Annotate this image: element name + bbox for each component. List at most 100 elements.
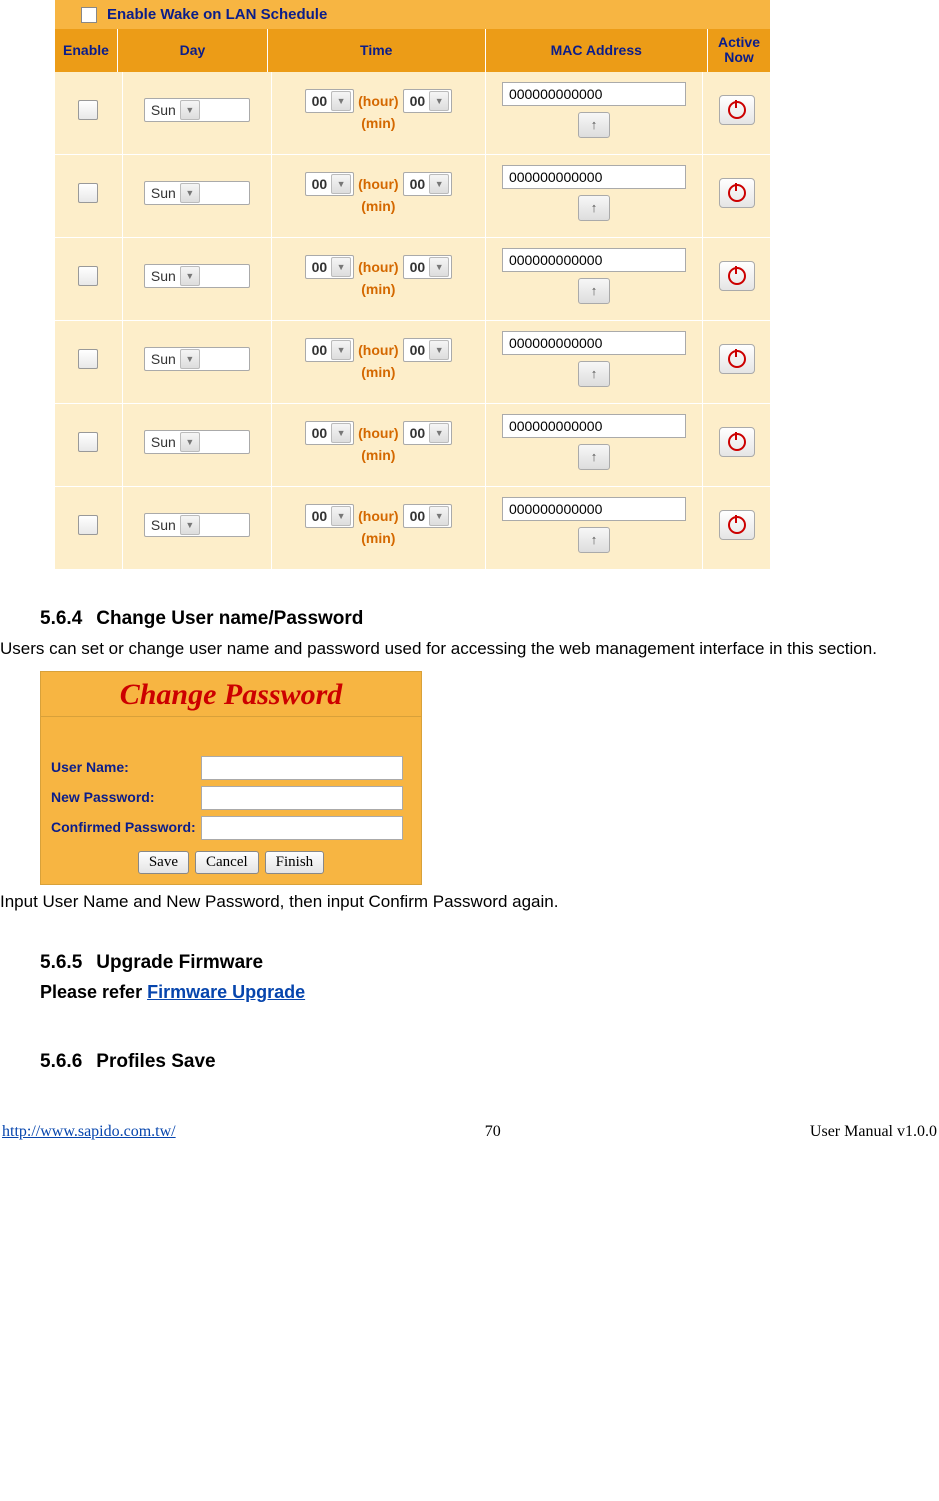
hour-select[interactable]: 00 ▼ bbox=[305, 89, 355, 113]
heading-565-num: 5.6.5 bbox=[40, 952, 82, 974]
arrow-up-icon: ↑ bbox=[591, 117, 598, 132]
text-564-body: Users can set or change user name and pa… bbox=[0, 638, 939, 661]
day-select[interactable]: Sun ▼ bbox=[144, 264, 250, 288]
active-now-button[interactable] bbox=[719, 510, 755, 540]
active-now-button[interactable] bbox=[719, 261, 755, 291]
hour-select-value: 00 bbox=[312, 342, 328, 358]
min-label: (min) bbox=[361, 530, 395, 546]
col-header-time: Time bbox=[268, 29, 486, 72]
chevron-down-icon: ▼ bbox=[180, 183, 200, 203]
mac-upload-button[interactable]: ↑ bbox=[578, 195, 610, 221]
footer-url[interactable]: http://www.sapido.com.tw/ bbox=[2, 1123, 176, 1141]
footer-right: User Manual v1.0.0 bbox=[810, 1123, 937, 1141]
min-select-value: 00 bbox=[410, 176, 426, 192]
enable-wol-schedule-checkbox[interactable] bbox=[81, 7, 97, 23]
wol-row: Sun ▼ 00 ▼ (hour) 00 ▼ (min) bbox=[55, 321, 770, 404]
col-header-enable: Enable bbox=[55, 29, 118, 72]
username-input[interactable] bbox=[201, 756, 403, 780]
chevron-down-icon: ▼ bbox=[180, 266, 200, 286]
mac-upload-button[interactable]: ↑ bbox=[578, 444, 610, 470]
min-select-value: 00 bbox=[410, 259, 426, 275]
hour-select[interactable]: 00 ▼ bbox=[305, 504, 355, 528]
hour-label: (hour) bbox=[358, 425, 398, 441]
chevron-down-icon: ▼ bbox=[429, 257, 449, 277]
min-select[interactable]: 00 ▼ bbox=[403, 421, 453, 445]
min-label: (min) bbox=[361, 447, 395, 463]
active-now-button[interactable] bbox=[719, 178, 755, 208]
heading-566-num: 5.6.6 bbox=[40, 1051, 82, 1073]
change-password-panel: Change Password User Name: New Password:… bbox=[40, 671, 422, 885]
min-select[interactable]: 00 ▼ bbox=[403, 89, 453, 113]
firmware-upgrade-link[interactable]: Firmware Upgrade bbox=[147, 982, 305, 1002]
row-enable-checkbox[interactable] bbox=[78, 515, 98, 535]
day-select-value: Sun bbox=[151, 517, 176, 533]
heading-566-title: Profiles Save bbox=[96, 1051, 215, 1073]
heading-565-title: Upgrade Firmware bbox=[96, 952, 263, 974]
newpw-row: New Password: bbox=[51, 783, 411, 813]
username-row: User Name: bbox=[51, 753, 411, 783]
mac-address-input[interactable] bbox=[502, 248, 686, 272]
cancel-button[interactable]: Cancel bbox=[195, 851, 259, 874]
mac-upload-button[interactable]: ↑ bbox=[578, 278, 610, 304]
heading-564-title: Change User name/Password bbox=[96, 608, 363, 630]
confpw-input[interactable] bbox=[201, 816, 403, 840]
day-select[interactable]: Sun ▼ bbox=[144, 98, 250, 122]
mac-upload-button[interactable]: ↑ bbox=[578, 361, 610, 387]
footer-page-num: 70 bbox=[485, 1123, 501, 1141]
hour-label: (hour) bbox=[358, 342, 398, 358]
min-select-value: 00 bbox=[410, 342, 426, 358]
active-now-button[interactable] bbox=[719, 95, 755, 125]
hour-select[interactable]: 00 ▼ bbox=[305, 172, 355, 196]
row-enable-checkbox[interactable] bbox=[78, 100, 98, 120]
min-select-value: 00 bbox=[410, 425, 426, 441]
mac-address-input[interactable] bbox=[502, 165, 686, 189]
mac-upload-button[interactable]: ↑ bbox=[578, 527, 610, 553]
mac-address-input[interactable] bbox=[502, 414, 686, 438]
arrow-up-icon: ↑ bbox=[591, 200, 598, 215]
day-select[interactable]: Sun ▼ bbox=[144, 513, 250, 537]
min-select[interactable]: 00 ▼ bbox=[403, 504, 453, 528]
arrow-up-icon: ↑ bbox=[591, 283, 598, 298]
newpw-input[interactable] bbox=[201, 786, 403, 810]
day-select[interactable]: Sun ▼ bbox=[144, 347, 250, 371]
min-select[interactable]: 00 ▼ bbox=[403, 172, 453, 196]
hour-select-value: 00 bbox=[312, 425, 328, 441]
active-now-button[interactable] bbox=[719, 427, 755, 457]
row-enable-checkbox[interactable] bbox=[78, 432, 98, 452]
row-enable-checkbox[interactable] bbox=[78, 183, 98, 203]
text-564-after: Input User Name and New Password, then i… bbox=[0, 891, 939, 914]
mac-address-input[interactable] bbox=[502, 331, 686, 355]
day-select[interactable]: Sun ▼ bbox=[144, 430, 250, 454]
min-label: (min) bbox=[361, 281, 395, 297]
hour-select[interactable]: 00 ▼ bbox=[305, 338, 355, 362]
min-select[interactable]: 00 ▼ bbox=[403, 255, 453, 279]
confpw-label: Confirmed Password: bbox=[51, 820, 201, 835]
arrow-up-icon: ↑ bbox=[591, 366, 598, 381]
day-select[interactable]: Sun ▼ bbox=[144, 181, 250, 205]
change-password-title: Change Password bbox=[41, 672, 421, 717]
chevron-down-icon: ▼ bbox=[429, 174, 449, 194]
save-button[interactable]: Save bbox=[138, 851, 189, 874]
mac-address-input[interactable] bbox=[502, 497, 686, 521]
min-select-value: 00 bbox=[410, 508, 426, 524]
col-header-mac: MAC Address bbox=[486, 29, 708, 72]
hour-label: (hour) bbox=[358, 93, 398, 109]
col-header-active: Active Now bbox=[708, 29, 770, 72]
hour-select-value: 00 bbox=[312, 93, 328, 109]
finish-button[interactable]: Finish bbox=[265, 851, 325, 874]
refer-line: Please refer Firmware Upgrade bbox=[40, 982, 939, 1003]
mac-upload-button[interactable]: ↑ bbox=[578, 112, 610, 138]
active-now-button[interactable] bbox=[719, 344, 755, 374]
row-enable-checkbox[interactable] bbox=[78, 266, 98, 286]
hour-label: (hour) bbox=[358, 508, 398, 524]
chevron-down-icon: ▼ bbox=[429, 91, 449, 111]
wol-row: Sun ▼ 00 ▼ (hour) 00 ▼ (min) bbox=[55, 404, 770, 487]
row-enable-checkbox[interactable] bbox=[78, 349, 98, 369]
day-select-value: Sun bbox=[151, 102, 176, 118]
hour-select[interactable]: 00 ▼ bbox=[305, 421, 355, 445]
chevron-down-icon: ▼ bbox=[331, 340, 351, 360]
min-select[interactable]: 00 ▼ bbox=[403, 338, 453, 362]
hour-select[interactable]: 00 ▼ bbox=[305, 255, 355, 279]
mac-address-input[interactable] bbox=[502, 82, 686, 106]
chevron-down-icon: ▼ bbox=[180, 515, 200, 535]
